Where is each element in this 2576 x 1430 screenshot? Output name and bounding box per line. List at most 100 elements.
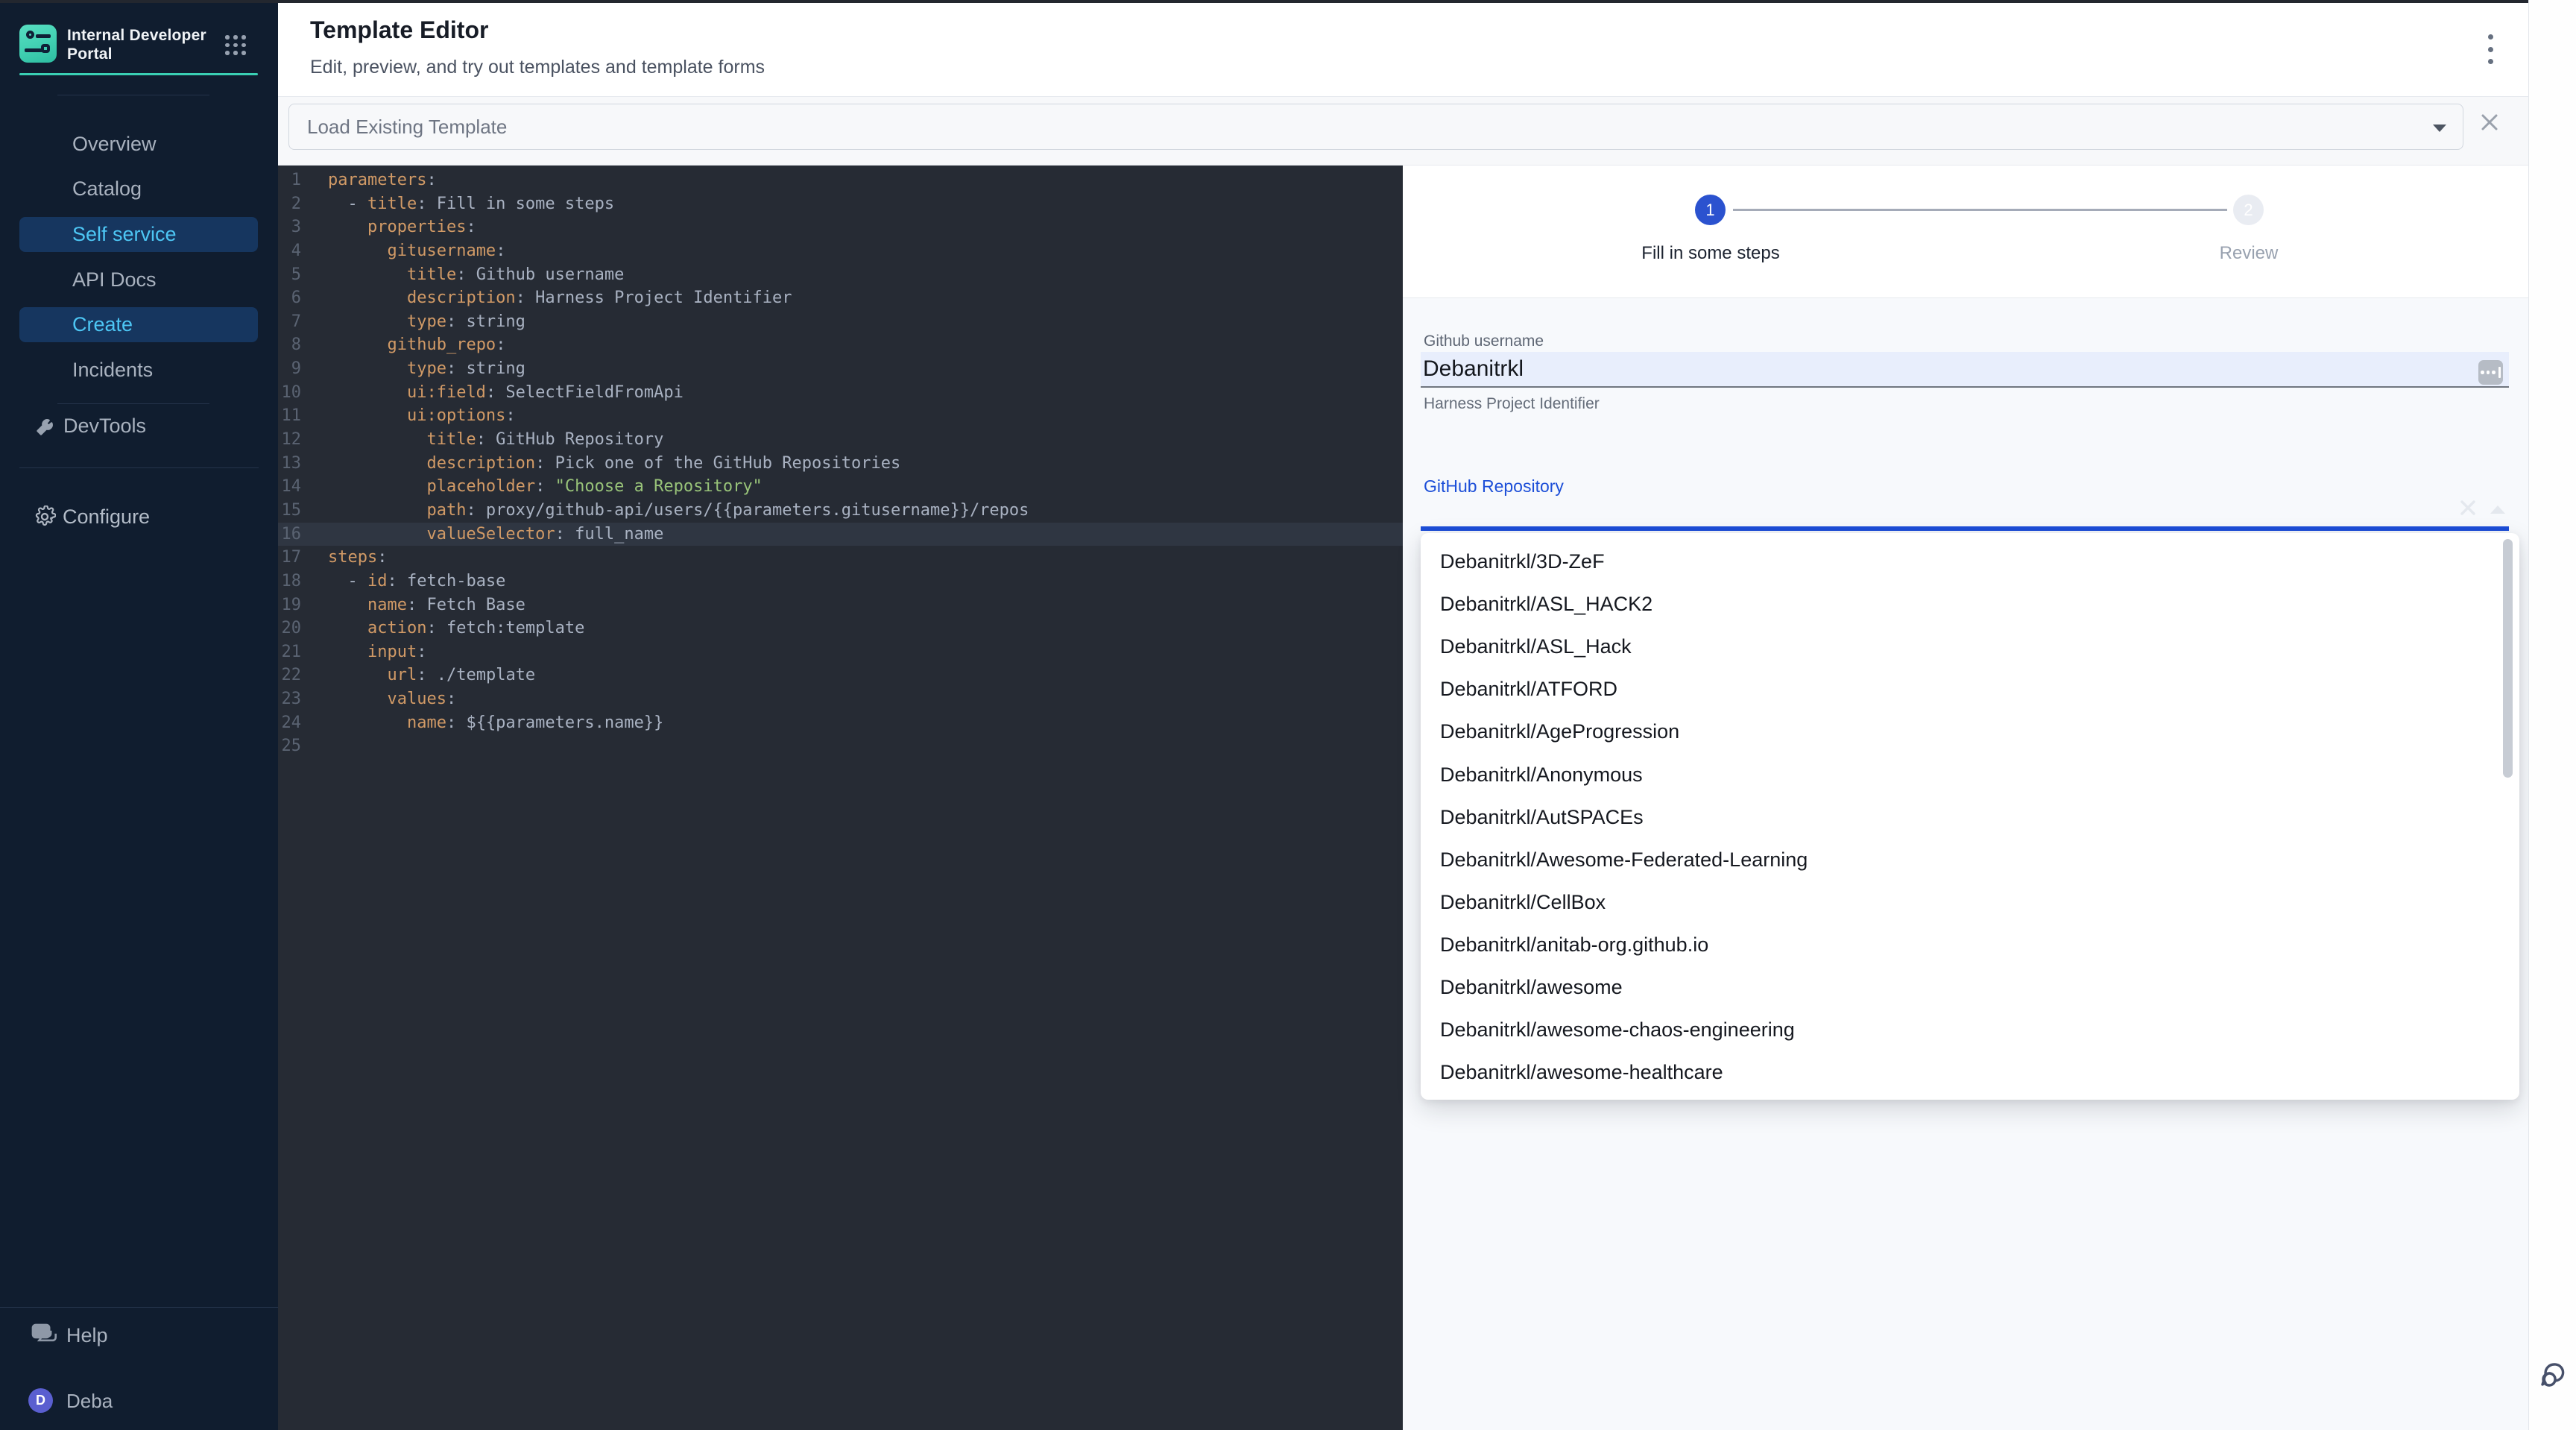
line-number: 1 — [278, 168, 301, 192]
sidebar-item-catalog[interactable]: Catalog — [0, 167, 278, 212]
line-number: 17 — [278, 546, 301, 570]
code-line: 17steps: — [278, 546, 1403, 570]
sidebar-item-incidents[interactable]: Incidents — [0, 347, 278, 393]
repo-option[interactable]: Debanitrkl/AgeProgression — [1421, 711, 2519, 753]
close-button[interactable] — [2478, 111, 2501, 133]
line-number: 19 — [278, 593, 301, 617]
stepper-connector — [1733, 209, 2227, 211]
code-line: 24 name: ${{parameters.name}} — [278, 711, 1403, 735]
line-number: 13 — [278, 452, 301, 476]
line-number: 16 — [278, 523, 301, 547]
line-number: 9 — [278, 357, 301, 381]
repo-option[interactable]: Debanitrkl/awesome — [1421, 966, 2519, 1009]
repo-select-focus-underline — [1421, 526, 2509, 531]
sidebar-item-label: API Docs — [19, 262, 258, 297]
sidebar-item-devtools[interactable]: DevTools — [0, 403, 278, 449]
repo-option[interactable]: Debanitrkl/Anonymous — [1421, 753, 2519, 796]
sidebar-item-overview[interactable]: Overview — [0, 122, 278, 167]
sidebar-item-label: Overview — [19, 127, 258, 162]
sidebar-item-self-service[interactable]: Self service — [0, 212, 278, 257]
code-line: 10 ui:field: SelectFieldFromApi — [278, 381, 1403, 405]
repo-option[interactable]: Debanitrkl/ATFORD — [1421, 668, 2519, 711]
repo-option[interactable]: Debanitrkl/ASL_HACK2 — [1421, 583, 2519, 626]
clear-icon[interactable] — [2458, 498, 2478, 517]
sidebar-user[interactable]: D Deba — [0, 1385, 278, 1417]
line-number: 22 — [278, 664, 301, 687]
kebab-menu-icon[interactable] — [2481, 33, 2500, 66]
line-number: 12 — [278, 428, 301, 452]
code-line: 22 url: ./template — [278, 664, 1403, 687]
template-load-bar: Load Existing Template — [278, 97, 2528, 166]
step-1-label: Fill in some steps — [1599, 243, 1822, 264]
line-number: 15 — [278, 499, 301, 523]
chat-widget-icon[interactable] — [2538, 1357, 2574, 1393]
brand-title: Internal Developer Portal — [67, 26, 224, 63]
code-line: 11 ui:options: — [278, 404, 1403, 428]
line-number: 18 — [278, 570, 301, 593]
popup-scrollbar[interactable] — [2503, 539, 2513, 778]
editor-and-preview: 1parameters:2 - title: Fill in some step… — [278, 166, 2528, 1430]
divider — [19, 467, 259, 468]
repo-option[interactable]: Debanitrkl/awesome-healthcare — [1421, 1051, 2519, 1094]
yaml-code-editor[interactable]: 1parameters:2 - title: Fill in some step… — [278, 166, 1403, 1430]
code-line: 2 - title: Fill in some steps — [278, 192, 1403, 216]
line-number: 23 — [278, 687, 301, 711]
sidebar-nav: Overview CatalogSelf service API Docs Creat… — [0, 122, 278, 393]
code-line: 13 description: Pick one of the GitHub R… — [278, 452, 1403, 476]
sidebar-item-api-docs[interactable]: API Docs — [0, 257, 278, 303]
line-number: 2 — [278, 192, 301, 216]
sidebar-item-create[interactable]: Create — [0, 302, 278, 347]
window-top-edge — [0, 0, 2528, 3]
code-line: 18 - id: fetch-base — [278, 570, 1403, 593]
code-line: 3 properties: — [278, 215, 1403, 239]
sidebar-item-configure[interactable]: Configure — [0, 494, 278, 540]
code-line: 8 github_repo: — [278, 333, 1403, 357]
line-number: 3 — [278, 215, 301, 239]
sidebar-item-label: Incidents — [19, 353, 258, 388]
code-line: 4 gitusername: — [278, 239, 1403, 263]
repo-option[interactable]: Debanitrkl/anitab-org.github.io — [1421, 924, 2519, 966]
brand[interactable]: Internal Developer Portal — [19, 25, 265, 63]
load-template-select[interactable]: Load Existing Template — [288, 104, 2463, 150]
help-chat-icon: ? — [31, 1323, 57, 1346]
wrench-icon — [35, 415, 57, 437]
page-header: Template Editor Edit, preview, and try o… — [278, 3, 2528, 97]
avatar: D — [28, 1388, 53, 1413]
sidebar-item-label: Create — [19, 307, 258, 342]
repo-options-list: Debanitrkl/3D-ZeFDebanitrkl/ASL_HACK2Deb… — [1421, 541, 2519, 1094]
gear-icon — [34, 505, 56, 528]
repo-option[interactable]: Debanitrkl/CellBox — [1421, 881, 2519, 924]
apps-grid-icon[interactable] — [225, 35, 246, 55]
repo-option[interactable]: Debanitrkl/AutSPACEs — [1421, 796, 2519, 839]
form-zone: Github username Harness Project Identifi… — [1403, 298, 2528, 1430]
code-line: 21 input: — [278, 640, 1403, 664]
dropdown-open-icon[interactable] — [2490, 505, 2505, 514]
svg-text:?: ? — [38, 1327, 43, 1337]
code-line: 20 action: fetch:template — [278, 617, 1403, 640]
autofill-manager-icon[interactable] — [2478, 360, 2503, 385]
sidebar-item-help[interactable]: ? Help — [0, 1318, 278, 1352]
line-number: 6 — [278, 286, 301, 310]
line-number: 21 — [278, 640, 301, 664]
line-number: 11 — [278, 404, 301, 428]
load-template-placeholder: Load Existing Template — [307, 116, 507, 139]
line-number: 8 — [278, 333, 301, 357]
divider — [0, 1307, 278, 1308]
main-content: Template Editor Edit, preview, and try o… — [278, 0, 2528, 1430]
github-username-input[interactable] — [1421, 352, 2509, 388]
line-number: 24 — [278, 711, 301, 735]
page-title: Template Editor — [310, 16, 488, 44]
repo-option[interactable]: Debanitrkl/ASL_Hack — [1421, 626, 2519, 668]
stepper: 1 2 Fill in some steps Review — [1403, 166, 2528, 298]
right-gutter — [2528, 0, 2576, 1430]
repo-option[interactable]: Debanitrkl/awesome-chaos-engineering — [1421, 1009, 2519, 1051]
brand-accent-rule — [19, 73, 258, 75]
repo-option[interactable]: Debanitrkl/3D-ZeF — [1421, 541, 2519, 583]
step-2-circle: 2 — [2233, 195, 2264, 225]
line-number: 10 — [278, 381, 301, 405]
code-line: 5 title: Github username — [278, 263, 1403, 287]
repo-option[interactable]: Debanitrkl/Awesome-Federated-Learning — [1421, 839, 2519, 881]
code-line: 1parameters: — [278, 168, 1403, 192]
template-form-preview: 1 2 Fill in some steps Review Github use… — [1403, 166, 2528, 1430]
line-number: 14 — [278, 475, 301, 499]
